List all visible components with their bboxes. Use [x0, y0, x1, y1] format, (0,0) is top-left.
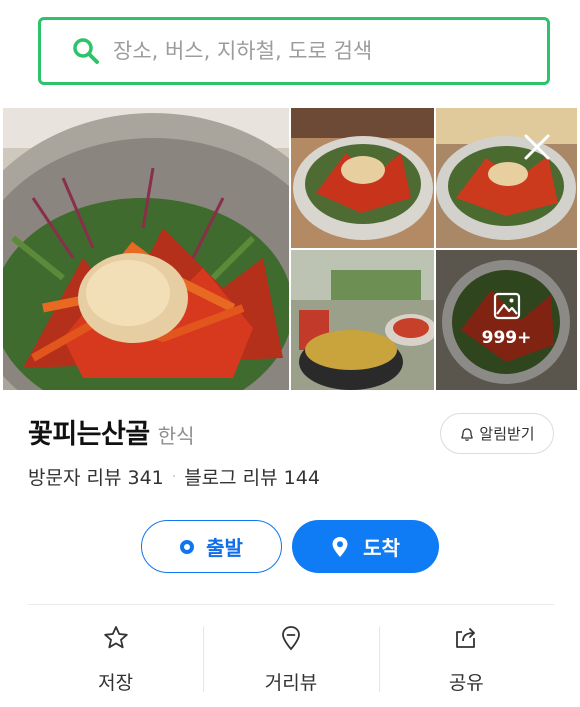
photo-2[interactable] — [291, 108, 434, 248]
share-button[interactable]: 공유 — [378, 618, 554, 698]
photo-4[interactable] — [291, 250, 434, 390]
blog-reviews-link[interactable]: 블로그 리뷰 144 — [184, 463, 320, 490]
close-button[interactable] — [518, 128, 556, 166]
place-title-row: 꽃피는산골 한식 — [28, 412, 195, 451]
photo-main[interactable] — [3, 108, 289, 390]
bell-icon — [459, 426, 475, 442]
divider — [28, 604, 554, 605]
save-button[interactable]: 저장 — [28, 618, 203, 698]
action-bar: 저장 거리뷰 공유 — [28, 618, 554, 698]
visitor-reviews-link[interactable]: 방문자 리뷰 341 — [28, 463, 164, 490]
search-bar[interactable] — [38, 17, 550, 85]
place-name[interactable]: 꽃피는산골 — [28, 412, 150, 451]
share-label: 공유 — [448, 672, 484, 694]
street-view-button[interactable]: 거리뷰 — [203, 618, 378, 698]
more-photos-count: 999+ — [481, 328, 532, 348]
image-icon — [493, 292, 521, 324]
location-pin-icon — [277, 624, 305, 656]
depart-button[interactable]: 출발 — [141, 520, 282, 573]
review-separator: · — [171, 468, 177, 485]
review-summary: 방문자 리뷰 341 · 블로그 리뷰 144 — [28, 463, 320, 490]
ring-icon — [180, 539, 195, 554]
depart-label: 출발 — [206, 536, 243, 560]
place-category: 한식 — [157, 424, 195, 448]
arrive-label: 도착 — [363, 536, 400, 560]
save-label: 저장 — [98, 672, 134, 694]
street-view-label: 거리뷰 — [264, 672, 318, 694]
pin-icon — [331, 536, 349, 558]
search-icon — [71, 36, 101, 66]
share-icon — [452, 624, 480, 656]
notify-button[interactable]: 알림받기 — [440, 413, 554, 454]
close-icon — [518, 134, 556, 170]
notify-label: 알림받기 — [479, 425, 535, 443]
star-icon — [102, 624, 130, 656]
arrive-button[interactable]: 도착 — [292, 520, 439, 573]
search-input[interactable] — [113, 31, 513, 71]
more-photos-overlay[interactable]: 999+ — [436, 250, 577, 390]
